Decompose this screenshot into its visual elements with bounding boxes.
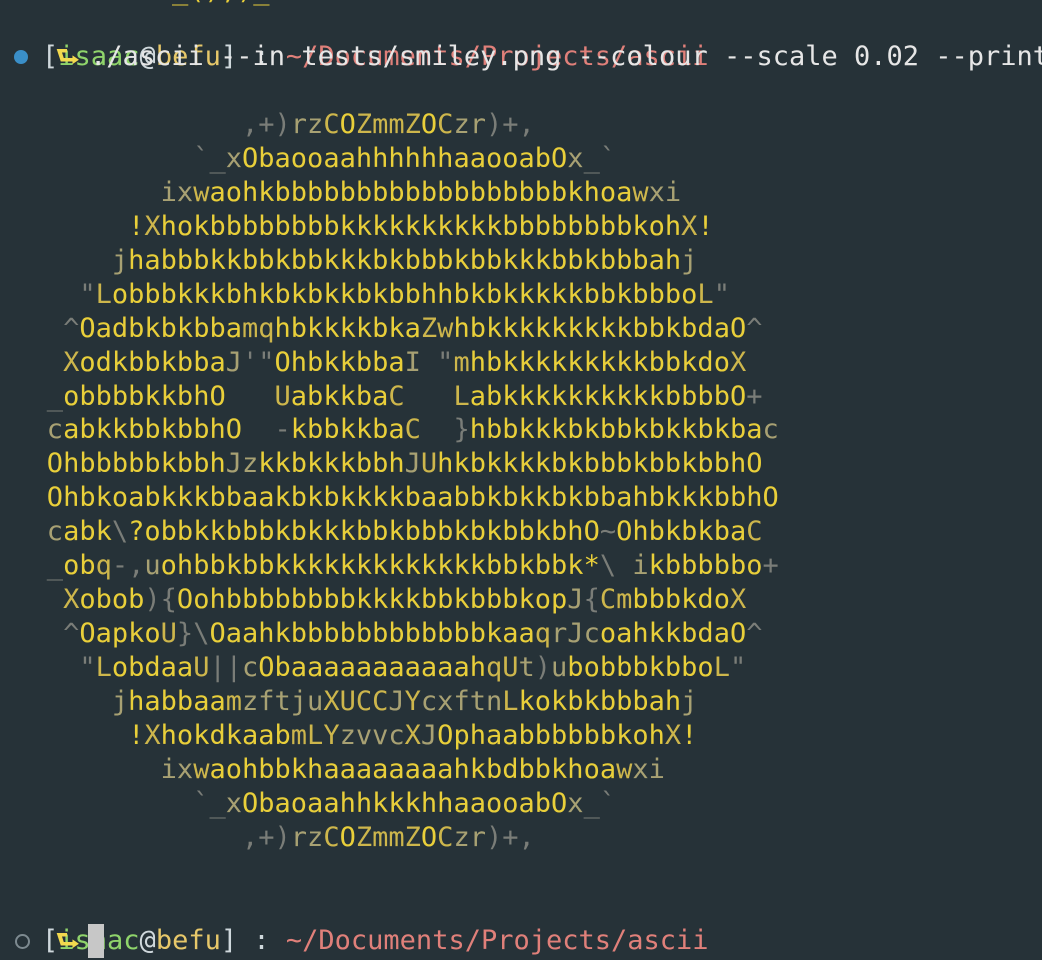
- ascii-art-row: ^OadbkbkbbamqhbkkkkbkaZwhbkkkkkkkkkbbkbd…: [63, 312, 763, 344]
- ascii-art-row: Ohbkoabkkkbbaakbkbkkkkbaabbkbkkbkbbahbkk…: [46, 482, 779, 514]
- prompt-line-1: [isaac@befu] : ~/Documents/Projects/asci…: [42, 6, 709, 72]
- ascii-art-row: `_xObaooaahhhhhhaaooabOx_`: [193, 142, 617, 174]
- ascii-art-row: Xobob){OohbbbbbbbbkkkkbbkbbbkopJ{Cmbbbkd…: [63, 584, 747, 616]
- ascii-art-row: ,+)rzCOZmmZOCzr)+,: [241, 821, 535, 853]
- ascii-art-row: ixwaohkbbbbbbbbbbbbbbbbbbkhoawxi: [160, 176, 682, 208]
- ascii-art-row: cabk\?obbkkbbbkbkkkbbkbbbkbkbbkbhO~Ohbkb…: [46, 516, 763, 548]
- ascii-art-row: jhabbaamzftjuXUCCJYcxftnLkokbkbbbahj: [111, 685, 698, 717]
- ascii-art-row: _obq-,uohbbkbbkkkkkkkkkkkkkbbkbbk*\ ikbb…: [46, 550, 779, 582]
- ascii-art-row: cabkkbbkbbhO -kbbkkbaC }hbbkkkbkbbkbkkbk…: [46, 414, 779, 446]
- command-status-dot-icon: [14, 50, 28, 64]
- ascii-art-row: "LobbbkkkbhkbkbkkbkbbhhbkbkkkkkbbkbbboL": [79, 278, 730, 310]
- ascii-art-row: ,+)rzCOZmmZOCzr)+,: [241, 109, 535, 140]
- ascii-art-row: _obbbbkkbhO UabkkbaC LabkkkkkkkkkkbbbbO+: [46, 380, 763, 412]
- ascii-art-row: `_xObaoaahhkkkhhaaooabOx_`: [193, 787, 617, 819]
- prompt-host: befu: [155, 925, 221, 956]
- ascii-art-row: OhbbbbbkbbhJzkkbkkkbbhJUhkbkkkkbkbbbkbbk…: [46, 448, 763, 480]
- pending-status-dot-icon: [15, 934, 30, 949]
- prompt-at: @: [139, 925, 156, 956]
- ascii-art-row: ixwaohbbkhaaaaaaaahkbdbbkhoawxi: [160, 753, 665, 785]
- prompt-line-2: [isaac@befu] : ~/Documents/Projects/asci…: [42, 890, 709, 956]
- command-text: ./ascii --in tests/smiley.png --colour -…: [90, 41, 1042, 72]
- ascii-art-row: !XhokdkaabmLYzvvcXJOphaabbbbbbkohX!: [128, 719, 698, 751]
- ascii-art-row: !XhokbbbbbbbbkkkkkkkkkkbbbbbbbbkohX!: [128, 210, 714, 242]
- ascii-art-row: "LobdaaU||cObaaaaaaaaaaahqUt)ubobbbkbboL…: [79, 652, 747, 683]
- ascii-art-row: XodkbbkbbaJ'"OhbkkbbaI "mhbkkkkkkkkkbbkd…: [63, 346, 747, 378]
- ascii-art-row: jhabbbkkbbkbbkkkbkbbbkbbkkkbbkbbbahj: [111, 244, 698, 276]
- prompt-separator: :: [237, 925, 286, 956]
- return-arrow-icon: ⮑: [56, 42, 80, 72]
- ascii-art-row: ^OapkoU}\OaahkbbbbbbbbbbbbkaaqrJcoahkkbd…: [63, 618, 763, 650]
- return-arrow-icon: ⮑: [56, 926, 80, 956]
- prompt-path: ~/Documents/Projects/ascii: [285, 925, 709, 956]
- terminal-cursor[interactable]: [88, 924, 104, 958]
- prompt-bracket-close: ]: [220, 925, 238, 956]
- ascii-art-output: ,+)rzCOZmmZOCzr)+, `_xObaooaahhhhhhaaooa…: [0, 108, 779, 855]
